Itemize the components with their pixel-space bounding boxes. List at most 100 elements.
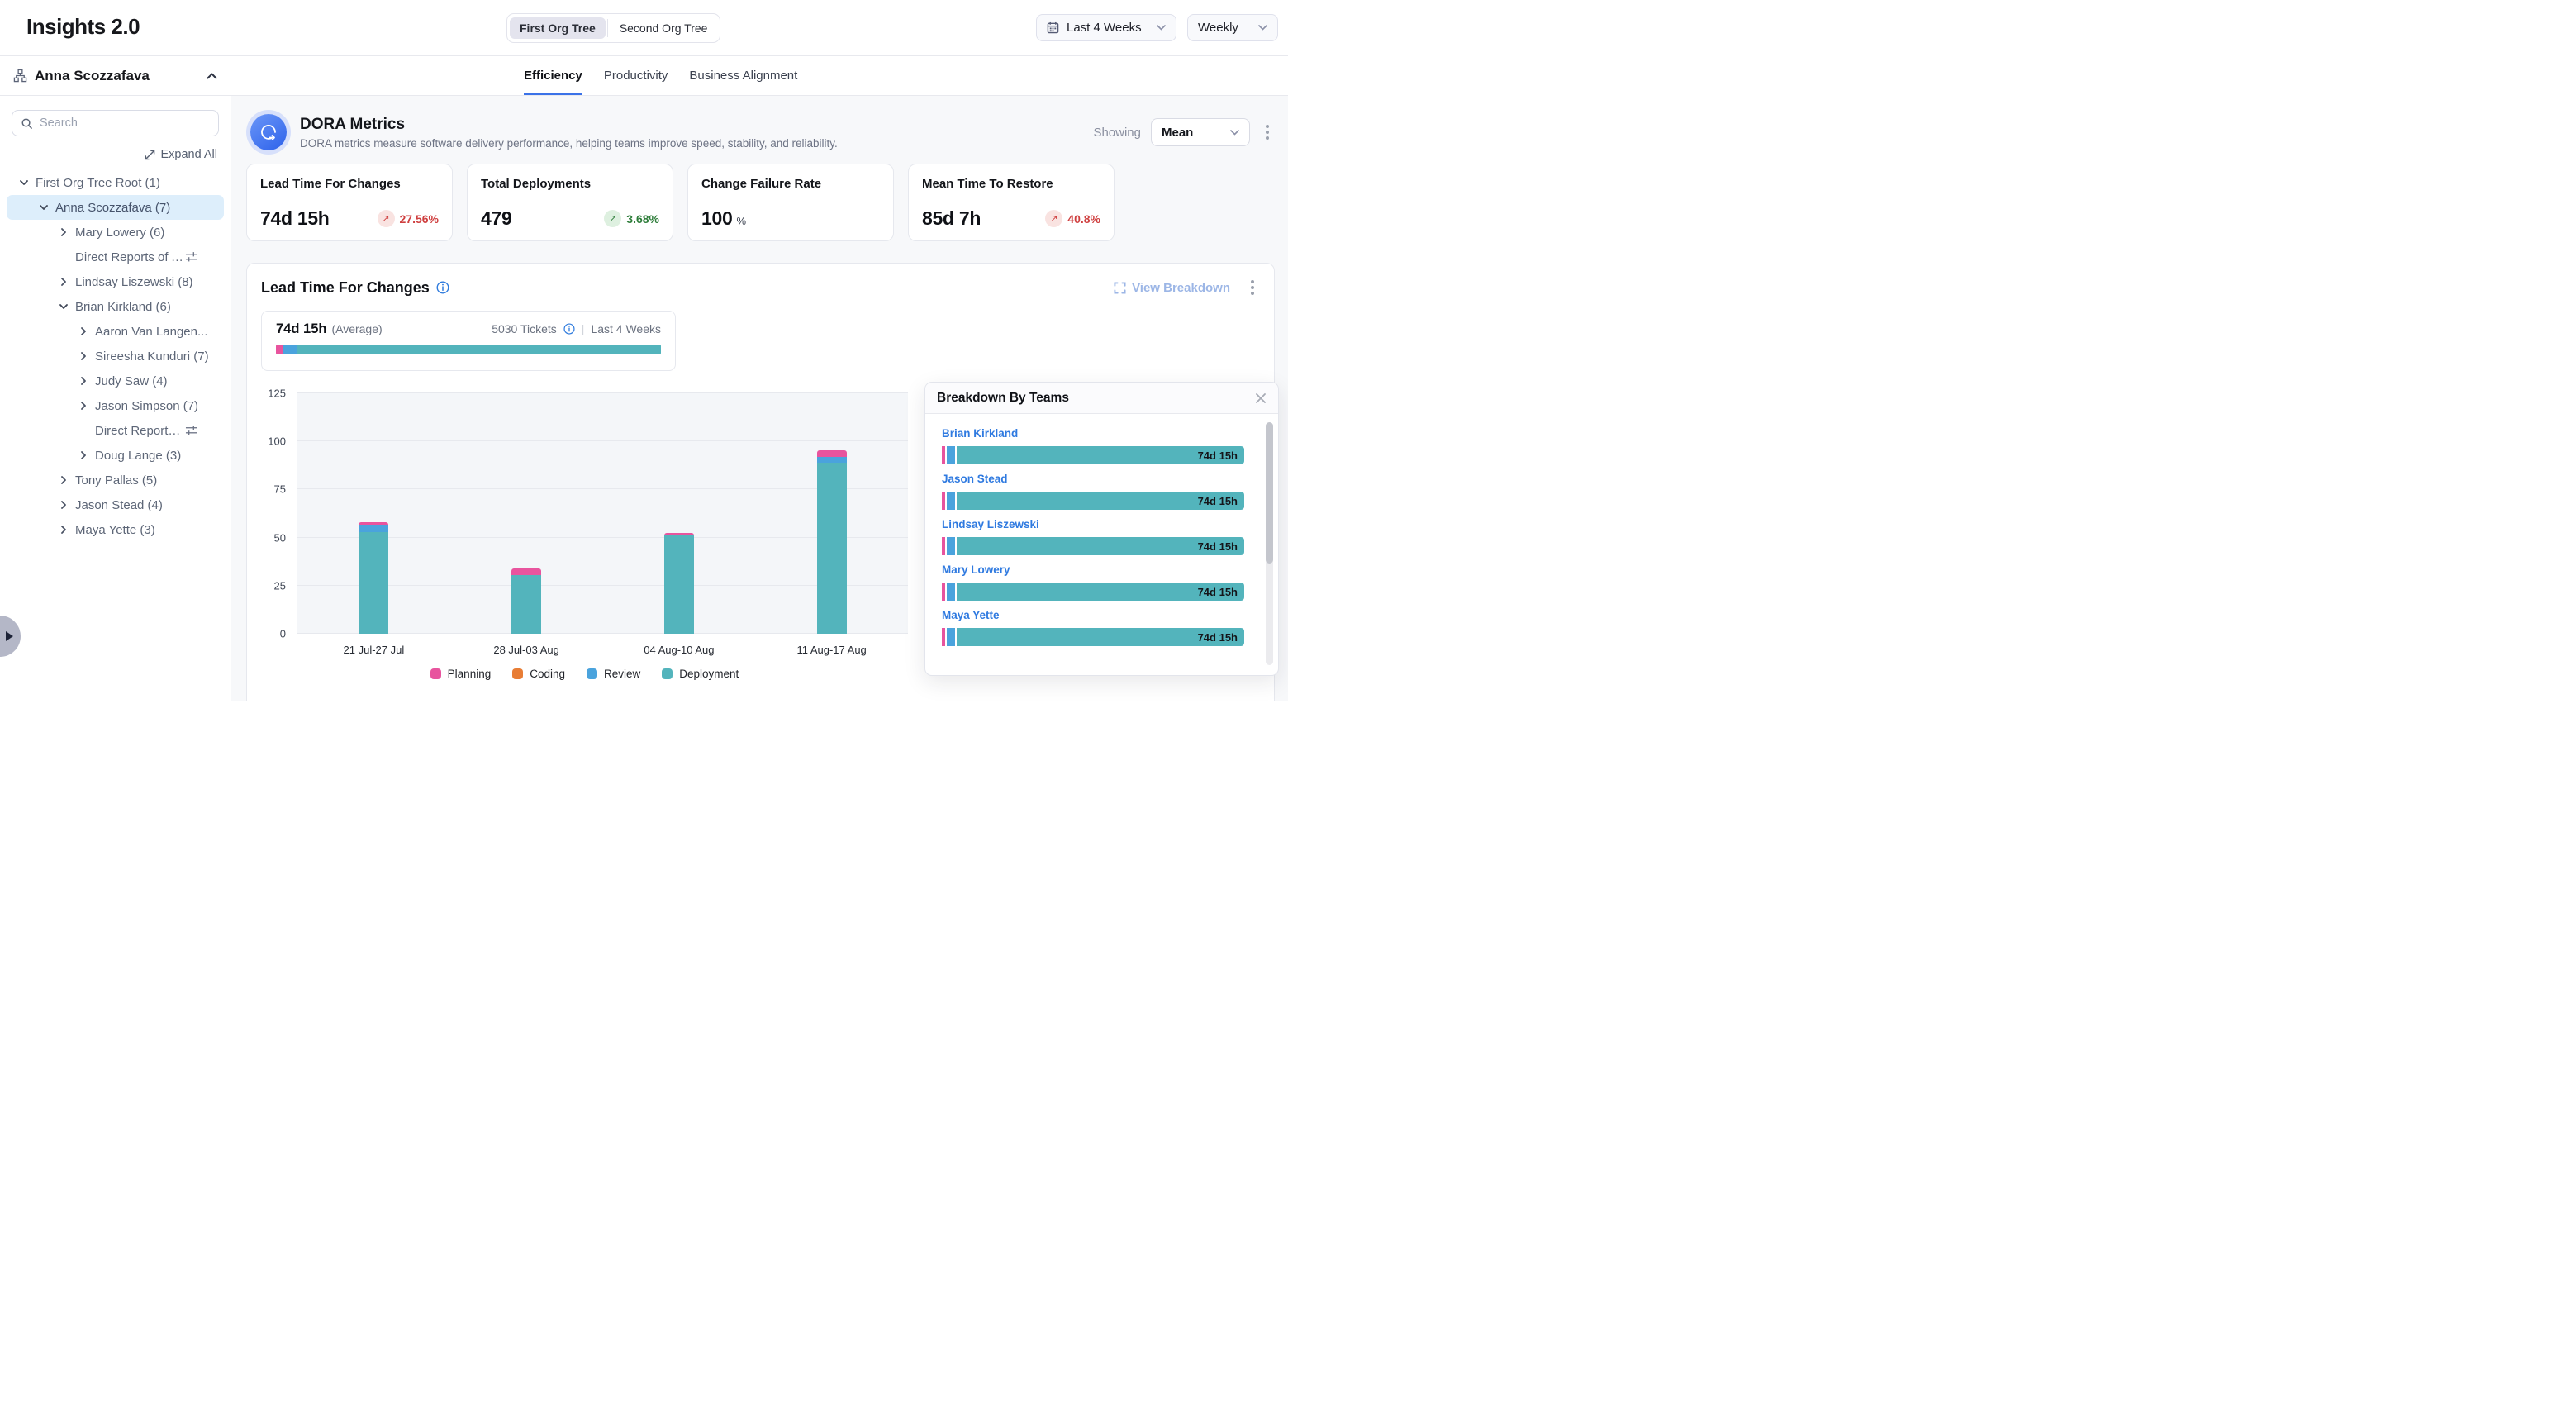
expand-all-label: Expand All [160,148,217,161]
chart-legend: PlanningCodingReviewDeployment [261,668,908,680]
org-tree-toggle: First Org TreeSecond Org Tree [506,13,720,43]
team-name-link[interactable]: Maya Yette [942,609,1000,621]
chevron-down-icon[interactable] [18,180,30,186]
chevron-right-icon[interactable] [78,327,89,335]
granularity-select[interactable]: Weekly [1187,14,1278,41]
chevron-right-icon[interactable] [58,501,69,509]
tree-item-brian-kirkland-6[interactable]: Brian Kirkland (6) [0,294,231,319]
metric-card-total-deployments: Total Deployments479↗3.68% [467,164,673,241]
legend-label: Deployment [679,668,739,680]
legend-swatch [662,668,673,679]
legend-item-review: Review [587,668,640,680]
legend-item-planning: Planning [430,668,492,680]
metric-value: 85d 7h [922,207,981,230]
section-title: Lead Time For Changes [261,279,430,297]
stacked-bar-11-aug-17-aug[interactable] [817,393,847,634]
chevron-right-icon[interactable] [78,451,89,459]
tree-item-direct-reports[interactable]: Direct Reports ... [0,418,231,443]
stacked-bar-21-jul-27-jul[interactable] [359,393,388,634]
team-value: 74d 15h [1198,586,1238,598]
trend-badge: ↗27.56% [378,210,439,227]
chevron-down-icon[interactable] [38,205,50,211]
chevron-right-icon[interactable] [78,352,89,360]
expand-all-button[interactable]: Expand All [0,147,217,162]
y-tick-label: 75 [274,483,286,496]
tree-item-judy-saw-4[interactable]: Judy Saw (4) [0,369,231,393]
tab-business-alignment[interactable]: Business Alignment [689,56,797,95]
tree-item-jason-stead-4[interactable]: Jason Stead (4) [0,492,231,517]
tab-efficiency[interactable]: Efficiency [524,56,582,95]
segment-deployment [359,532,388,634]
tree-item-anna-scozzafava-7[interactable]: Anna Scozzafava (7) [7,195,224,220]
team-segment-planning [942,492,945,510]
search-input[interactable] [40,117,210,130]
tree-item-first-org-tree-root-1[interactable]: First Org Tree Root (1) [0,170,231,195]
close-icon[interactable] [1255,392,1267,404]
tree-item-doug-lange-3[interactable]: Doug Lange (3) [0,443,231,468]
chevron-right-icon[interactable] [58,278,69,286]
chevron-right-icon[interactable] [58,476,69,484]
dora-kebab-menu[interactable] [1260,121,1275,143]
view-breakdown-button[interactable]: View Breakdown [1114,281,1230,295]
org-toggle-first-org-tree[interactable]: First Org Tree [510,17,606,39]
tree-item-lindsay-liszewski-8[interactable]: Lindsay Liszewski (8) [0,269,231,294]
info-icon[interactable] [436,281,449,294]
page-root: Insights 2.0 First Org TreeSecond Org Tr… [0,0,1288,702]
tree-item-aaron-van-langen[interactable]: Aaron Van Langen... [0,319,231,344]
legend-label: Review [604,668,640,680]
tree-item-label: Maya Yette (3) [75,523,155,537]
tree-item-jason-simpson-7[interactable]: Jason Simpson (7) [0,393,231,418]
org-toggle-second-org-tree[interactable]: Second Org Tree [610,17,718,39]
tree-item-tony-pallas-5[interactable]: Tony Pallas (5) [0,468,231,492]
dora-description: DORA metrics measure software delivery p… [300,137,838,150]
team-row-mary-lowery: Mary Lowery 74d 15h [942,563,1244,601]
team-name-link[interactable]: Brian Kirkland [942,427,1018,440]
metric-title: Mean Time To Restore [922,177,1100,191]
team-value: 74d 15h [1198,540,1238,553]
filter-sliders-icon[interactable] [185,251,197,263]
legend-swatch [430,668,441,679]
chevron-right-icon[interactable] [58,526,69,534]
chevron-down-icon[interactable] [58,304,69,310]
metric-title: Total Deployments [481,177,659,191]
tab-productivity[interactable]: Productivity [604,56,668,95]
arrow-up-right-icon: ↗ [378,210,395,227]
info-icon[interactable] [563,323,575,335]
collapse-sidebar-chevron[interactable] [207,73,217,79]
team-segment-review [947,446,955,464]
tree-item-direct-reports-of-a[interactable]: Direct Reports of A... [0,245,231,269]
section-kebab-menu[interactable] [1245,277,1260,298]
aggregation-value: Mean [1162,126,1223,140]
metric-value: 74d 15h [260,207,330,230]
date-range-select[interactable]: Last 4 Weeks [1036,14,1176,41]
x-tick-label: 11 Aug-17 Aug [755,644,908,656]
org-tree: First Org Tree Root (1)Anna Scozzafava (… [0,170,231,542]
team-stacked-bar: 74d 15h [942,446,1244,464]
team-name-link[interactable]: Lindsay Liszewski [942,518,1039,530]
segment-deployment [664,535,694,634]
tree-item-maya-yette-3[interactable]: Maya Yette (3) [0,517,231,542]
filter-sliders-icon[interactable] [185,425,197,436]
chevron-right-icon[interactable] [78,377,89,385]
lead-time-chart: 0255075100125 [261,393,908,634]
divider: | [582,322,585,335]
chevron-right-icon[interactable] [58,228,69,236]
team-value: 74d 15h [1198,631,1238,644]
team-segment-deployment: 74d 15h [957,583,1244,601]
tree-item-mary-lowery-6[interactable]: Mary Lowery (6) [0,220,231,245]
chevron-right-icon[interactable] [78,402,89,410]
team-segment-planning [942,628,945,646]
team-name-link[interactable]: Jason Stead [942,473,1008,485]
panel-scrollbar-thumb[interactable] [1266,422,1273,564]
stacked-bar-28-jul-03-aug[interactable] [511,393,541,634]
avg-segment-review [283,345,297,354]
stacked-bar-04-aug-10-aug[interactable] [664,393,694,634]
metric-value: 479 [481,207,511,230]
metric-card-change-failure-rate: Change Failure Rate100% [687,164,894,241]
tree-item-sireesha-kunduri-7[interactable]: Sireesha Kunduri (7) [0,344,231,369]
average-value: 74d 15h [276,321,326,337]
panel-scrollbar-track[interactable] [1266,422,1273,665]
team-name-link[interactable]: Mary Lowery [942,564,1010,576]
breakdown-panel-header: Breakdown By Teams [925,383,1278,414]
aggregation-select[interactable]: Mean [1151,118,1250,146]
